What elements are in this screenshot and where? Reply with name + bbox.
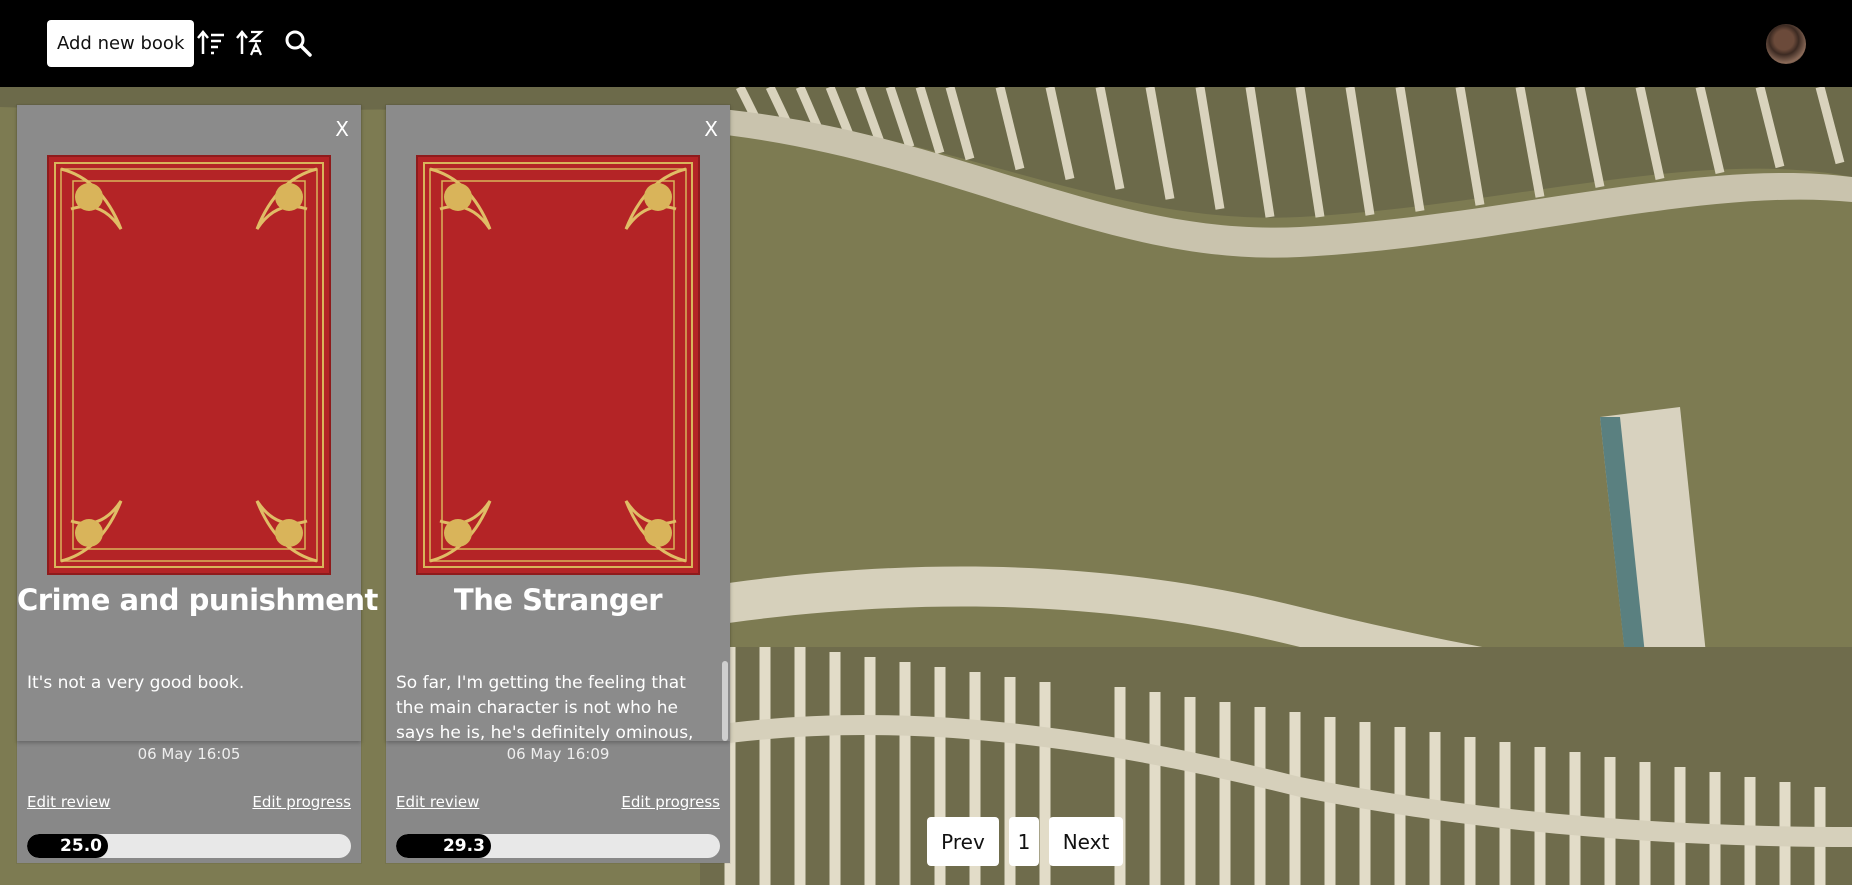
book-review-text: So far, I'm getting the feeling that the… xyxy=(396,673,694,741)
book-title: Crime and punishment xyxy=(17,583,378,617)
progress-fill: 25.0 xyxy=(27,834,108,858)
reading-progress-bar[interactable]: 25.0 xyxy=(27,834,351,858)
add-new-book-button[interactable]: Add new book xyxy=(47,20,195,67)
close-icon[interactable]: X xyxy=(335,119,349,139)
edit-progress-link[interactable]: Edit progress xyxy=(621,793,720,811)
page-number-button[interactable]: 1 xyxy=(1009,817,1039,866)
book-cover-image xyxy=(47,155,331,575)
sort-order-icon[interactable] xyxy=(196,28,226,58)
edit-progress-link[interactable]: Edit progress xyxy=(252,793,351,811)
book-title: The Stranger xyxy=(453,583,663,617)
book-card: X The Stranger So far, I'm getting the f… xyxy=(386,105,730,863)
edit-review-link[interactable]: Edit review xyxy=(396,793,479,811)
next-page-button[interactable]: Next xyxy=(1049,817,1123,866)
book-cover-image xyxy=(416,155,700,575)
review-timestamp: 06 May 16:05 xyxy=(137,745,241,763)
user-avatar[interactable] xyxy=(1766,24,1806,64)
search-icon[interactable] xyxy=(283,28,313,58)
book-card: X Crime and punishment It's not a very g… xyxy=(17,105,378,863)
book-card-upper: X Crime and punishment It's not a very g… xyxy=(17,105,378,741)
reading-progress-bar[interactable]: 29.3 xyxy=(396,834,720,858)
review-timestamp: 06 May 16:09 xyxy=(506,745,610,763)
book-review-text: It's not a very good book. xyxy=(27,673,245,693)
prev-page-button[interactable]: Prev xyxy=(927,817,999,866)
book-card-upper: X The Stranger So far, I'm getting the f… xyxy=(386,105,730,741)
top-navbar: Add new book xyxy=(0,0,1852,87)
sort-alpha-icon[interactable] xyxy=(235,28,265,58)
review-scrollbar[interactable] xyxy=(722,661,728,741)
edit-review-link[interactable]: Edit review xyxy=(27,793,110,811)
close-icon[interactable]: X xyxy=(704,119,718,139)
progress-fill: 29.3 xyxy=(396,834,491,858)
